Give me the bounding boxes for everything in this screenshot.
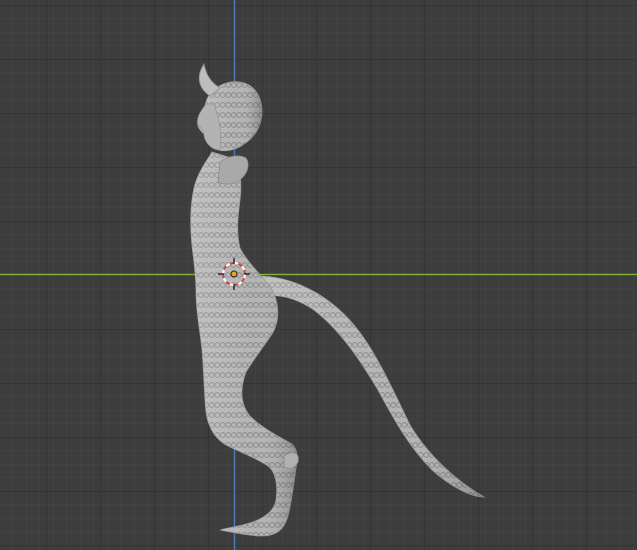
3d-viewport[interactable] [0,0,637,550]
object-origin-dot [230,270,238,278]
